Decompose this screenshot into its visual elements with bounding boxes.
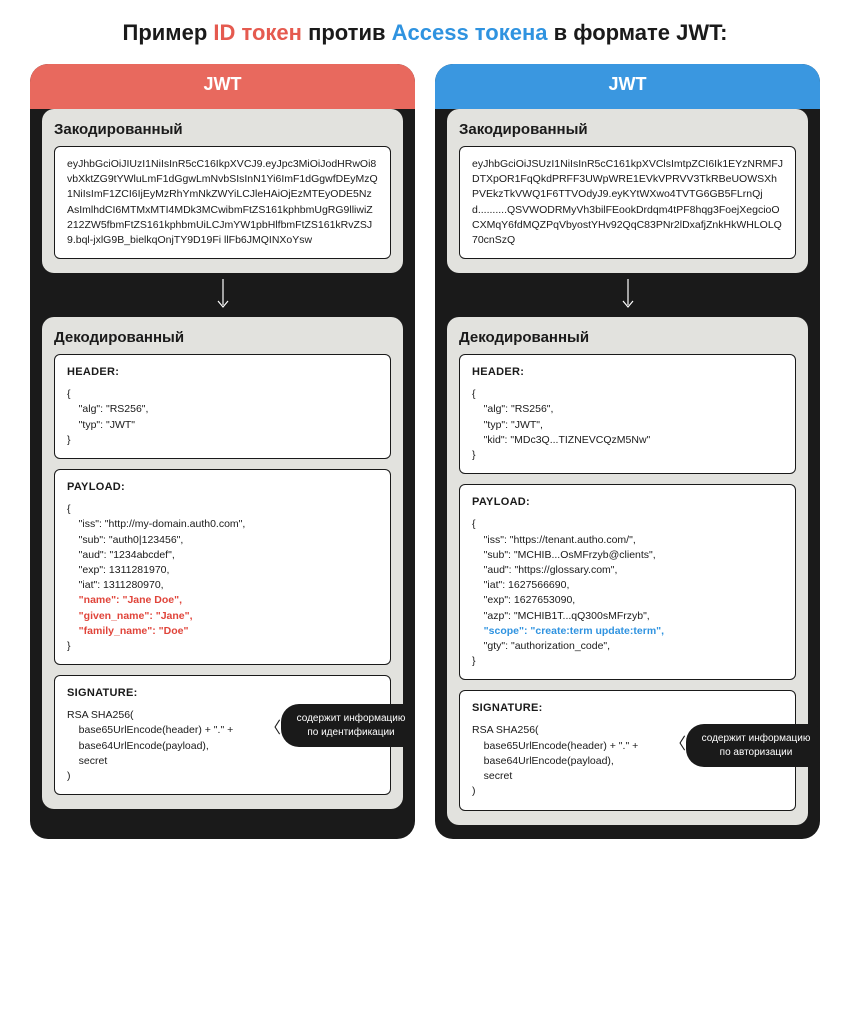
identification-callout: содержит информацию по идентификации: [281, 704, 415, 747]
page-title: Пример ID токен против Access токена в ф…: [30, 20, 820, 46]
payload-box: PAYLOAD: { "iss": "http://my-domain.auth…: [54, 469, 391, 665]
signature-label: SIGNATURE:: [472, 701, 783, 717]
decoded-title: Декодированный: [459, 329, 796, 346]
encoded-panel: Закодированный eyJhbGciOiJSUzI1NiIsInR5c…: [447, 109, 808, 273]
title-red: ID токен: [213, 20, 302, 45]
payload-code: { "iss": "http://my-domain.auth0.com", "…: [67, 502, 378, 654]
payload-highlight-scope: "scope": "create:term update:term",: [472, 625, 664, 637]
arrow-down-icon: [30, 279, 415, 311]
payload-post: }: [67, 640, 71, 652]
authorization-callout: содержит информацию по авторизации: [686, 724, 820, 767]
encoded-panel: Закодированный eyJhbGciOiJIUzI1NiIsInR5c…: [42, 109, 403, 273]
callout-pointer-icon: 〈: [670, 730, 686, 754]
encoded-title: Закодированный: [459, 121, 796, 138]
encoded-token-text: eyJhbGciOiJSUzI1NiIsInR5cC161kpXVClsImtp…: [472, 157, 783, 248]
payload-label: PAYLOAD:: [472, 495, 783, 511]
payload-code: { "iss": "https://tenant.autho.com/", "s…: [472, 517, 783, 669]
column-header: JWT: [435, 64, 820, 109]
decoded-title: Декодированный: [54, 329, 391, 346]
encoded-token-box: eyJhbGciOiJSUzI1NiIsInR5cC161kpXVClsImtp…: [459, 146, 796, 259]
columns: JWT Закодированный eyJhbGciOiJIUzI1NiIsI…: [30, 64, 820, 839]
payload-pre: { "iss": "https://tenant.autho.com/", "s…: [472, 518, 656, 621]
payload-label: PAYLOAD:: [67, 480, 378, 496]
header-box: HEADER: { "alg": "RS256", "typ": "JWT" }: [54, 354, 391, 459]
callout-pointer-icon: 〈: [265, 714, 281, 738]
arrow-down-icon: [435, 279, 820, 311]
header-box: HEADER: { "alg": "RS256", "typ": "JWT", …: [459, 354, 796, 474]
header-label: HEADER:: [67, 365, 378, 381]
encoded-title: Закодированный: [54, 121, 391, 138]
id-token-column: JWT Закодированный eyJhbGciOiJIUzI1NiIsI…: [30, 64, 415, 839]
encoded-token-text: eyJhbGciOiJIUzI1NiIsInR5cC16IkpXVCJ9.eyJ…: [67, 157, 378, 248]
header-label: HEADER:: [472, 365, 783, 381]
encoded-token-box: eyJhbGciOiJIUzI1NiIsInR5cC16IkpXVCJ9.eyJ…: [54, 146, 391, 259]
payload-post: "gty": "authorization_code", }: [472, 640, 610, 667]
payload-highlight-family-name: "family_name": "Doe": [67, 625, 188, 637]
column-header: JWT: [30, 64, 415, 109]
payload-highlight-name: "name": "Jane Doe",: [67, 594, 182, 606]
title-post: в формате JWT:: [548, 20, 728, 45]
title-mid: против: [302, 20, 392, 45]
payload-box: PAYLOAD: { "iss": "https://tenant.autho.…: [459, 484, 796, 680]
title-pre: Пример: [123, 20, 214, 45]
payload-pre: { "iss": "http://my-domain.auth0.com", "…: [67, 503, 245, 591]
payload-highlight-given-name: "given_name": "Jane",: [67, 610, 193, 622]
access-token-column: JWT Закодированный eyJhbGciOiJSUzI1NiIsI…: [435, 64, 820, 839]
title-blue: Access токена: [392, 20, 548, 45]
header-code: { "alg": "RS256", "typ": "JWT", "kid": "…: [472, 387, 783, 463]
signature-label: SIGNATURE:: [67, 686, 378, 702]
header-code: { "alg": "RS256", "typ": "JWT" }: [67, 387, 378, 448]
